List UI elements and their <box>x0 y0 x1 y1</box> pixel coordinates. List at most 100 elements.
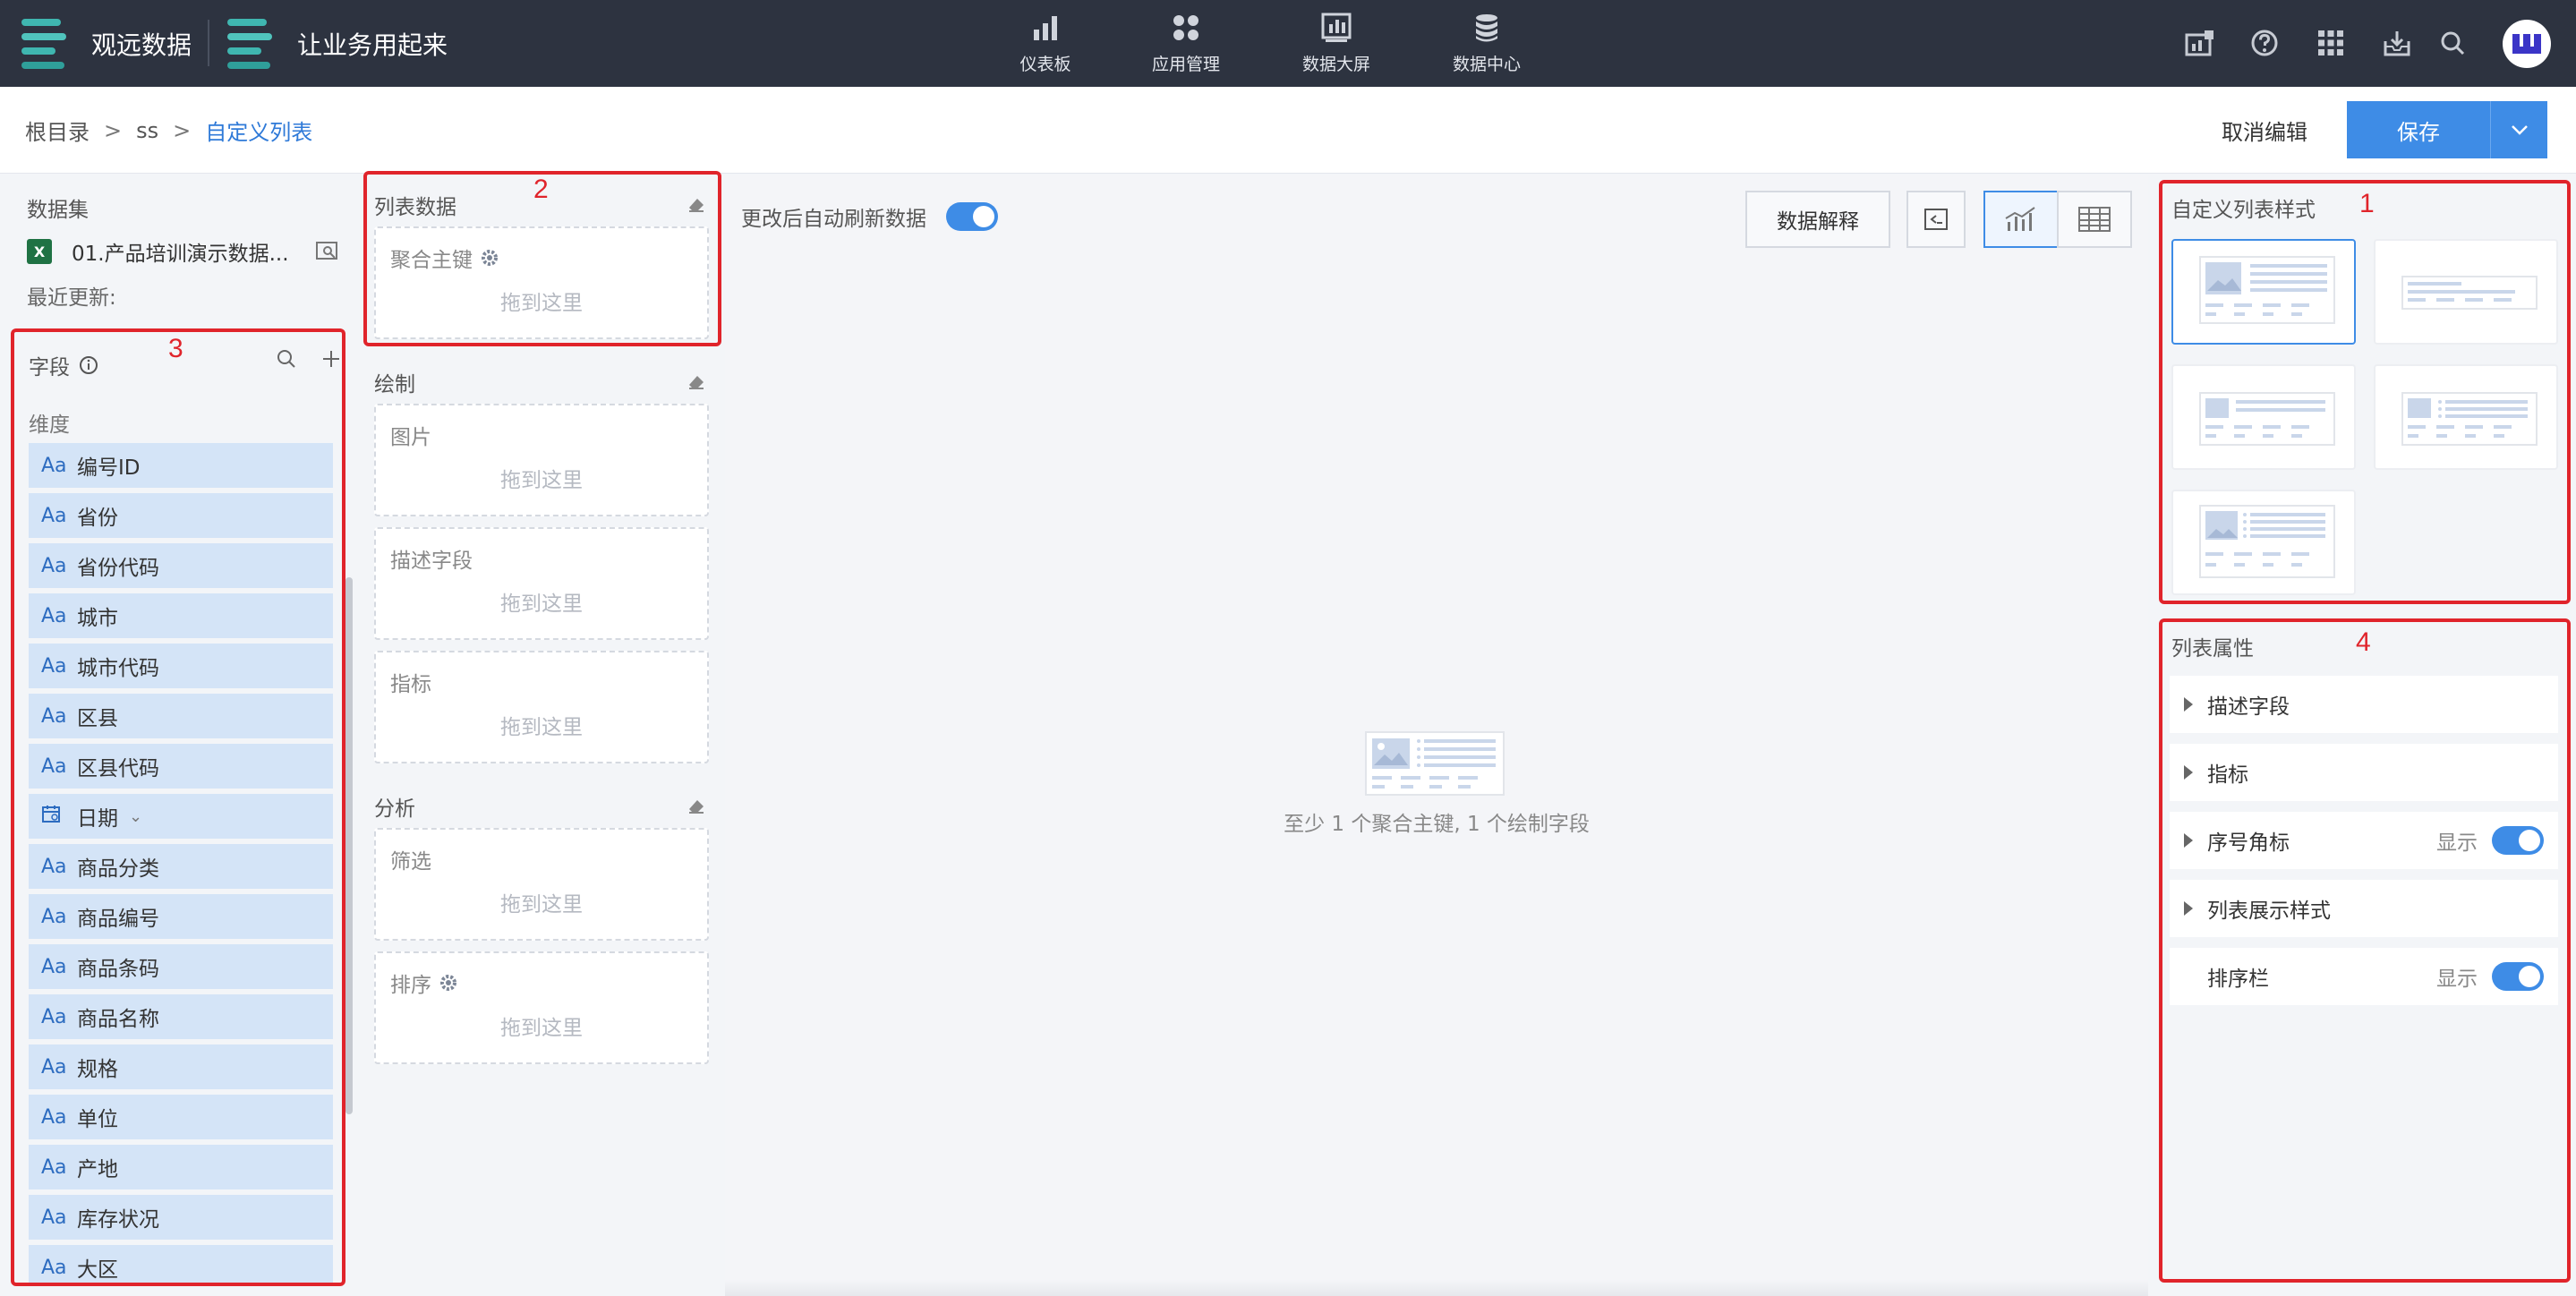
filter-dropzone[interactable]: 筛选 拖到这里 <box>374 828 709 941</box>
field-item[interactable]: Aa 省份代码 <box>29 543 333 588</box>
list-style-thumbnail <box>2199 256 2335 324</box>
nav-dashboard[interactable]: 仪表板 <box>1013 0 1078 87</box>
chevron-down-icon[interactable]: ⌄ <box>129 807 142 826</box>
list-properties-title: 列表属性 <box>2171 637 2254 661</box>
prop-index-badge[interactable]: 序号角标 显示 <box>2170 812 2558 869</box>
field-item[interactable]: Aa 商品条码 <box>29 944 333 989</box>
field-name: 规格 <box>77 1058 118 1081</box>
chart-view-button[interactable] <box>1983 191 2059 248</box>
download-inbox-icon[interactable] <box>2379 25 2415 61</box>
breadcrumb: 根目录 > ss > 自定义列表 <box>25 87 312 174</box>
save-options-button[interactable] <box>2490 101 2547 158</box>
show-label: 显示 <box>2436 831 2478 855</box>
eraser-icon[interactable] <box>687 798 705 814</box>
bar-chart-icon <box>1034 16 1057 40</box>
breadcrumb-folder[interactable]: ss <box>136 118 158 143</box>
field-item[interactable]: Aa 规格 <box>29 1044 333 1089</box>
slogan-logo-icon <box>227 18 272 69</box>
field-name: 省份 <box>77 507 118 530</box>
field-item[interactable]: Aa 区县 <box>29 694 333 738</box>
description-field-dropzone[interactable]: 描述字段 拖到这里 <box>374 527 709 640</box>
prop-description-field[interactable]: 描述字段 <box>2170 676 2558 733</box>
dimension-field-list: Aa 编号ID Aa 省份 Aa 省份代码 Aa 城市 Aa 城市代码 Aa 区县 Aa 区县代码 日期 ⌄ A… <box>29 443 333 1283</box>
annotation-3: 3 <box>168 334 183 363</box>
index-badge-toggle[interactable] <box>2492 826 2544 855</box>
field-item[interactable]: Aa 城市 <box>29 593 333 638</box>
list-style-option-3[interactable] <box>2171 364 2356 470</box>
field-name: 省份代码 <box>77 557 159 580</box>
help-icon[interactable] <box>2247 25 2282 61</box>
eraser-icon[interactable] <box>687 374 705 390</box>
field-list-scrollbar[interactable] <box>345 577 353 1114</box>
dropzone-placeholder: 拖到这里 <box>500 893 583 917</box>
search-icon[interactable] <box>2435 25 2470 61</box>
dropzone-placeholder: 拖到这里 <box>500 716 583 739</box>
dropzone-placeholder: 拖到这里 <box>500 593 583 616</box>
field-item[interactable]: Aa 省份 <box>29 493 333 538</box>
prop-metric[interactable]: 指标 <box>2170 744 2558 801</box>
dataset-title: 数据集 <box>27 199 89 222</box>
config-panel: 列表数据 聚合主键 拖到这里 2 绘制 图片 拖到这里 描述字段 拖到这里 指标… <box>358 171 725 1296</box>
field-item[interactable]: Aa 商品分类 <box>29 844 333 889</box>
field-item[interactable]: Aa 商品编号 <box>29 894 333 939</box>
auto-refresh-toggle[interactable] <box>946 202 998 231</box>
nav-data-screen[interactable]: 数据大屏 <box>1300 0 1373 87</box>
draw-title: 绘制 <box>374 373 415 396</box>
avatar-logo-icon <box>2512 34 2541 54</box>
sort-bar-toggle[interactable] <box>2492 962 2544 991</box>
dataset-last-updated: 最近更新: <box>27 286 116 310</box>
sort-dropzone[interactable]: 排序 拖到这里 <box>374 951 709 1064</box>
top-navigation-bar: 观远数据 让业务用起来 仪表板 应用管理 数据大屏 数据中心 <box>0 0 2576 87</box>
search-icon[interactable] <box>276 348 297 370</box>
preview-icon[interactable] <box>315 240 340 263</box>
collapse-panel-button[interactable] <box>1906 191 1966 248</box>
field-item[interactable]: Aa 大区 <box>29 1245 333 1283</box>
list-style-option-5[interactable] <box>2171 490 2356 595</box>
brand-guanyuan[interactable]: 观远数据 <box>21 0 192 87</box>
field-item[interactable]: Aa 区县代码 <box>29 744 333 789</box>
field-name: 区县代码 <box>77 757 159 780</box>
field-item[interactable]: Aa 产地 <box>29 1145 333 1189</box>
chevron-down-icon <box>2511 125 2528 135</box>
image-slot-label: 图片 <box>390 426 431 449</box>
style-properties-panel: 自定义列表样式 1 列表属性 4 描述字段 指标 序号角标 显示 列表展示样式 … <box>2148 175 2576 1296</box>
table-view-button[interactable] <box>2057 191 2132 248</box>
field-item[interactable]: Aa 编号ID <box>29 443 333 488</box>
text-field-icon: Aa <box>41 1206 67 1229</box>
field-item[interactable]: Aa 城市代码 <box>29 644 333 688</box>
field-item[interactable]: Aa 库存状况 <box>29 1195 333 1240</box>
field-name: 单位 <box>77 1108 118 1131</box>
nav-app-management[interactable]: 应用管理 <box>1149 0 1223 87</box>
info-icon[interactable] <box>79 355 98 375</box>
nav-data-center[interactable]: 数据中心 <box>1450 0 1523 87</box>
expand-triangle-icon <box>2184 901 2193 916</box>
field-name: 日期 <box>77 807 118 831</box>
list-style-option-4[interactable] <box>2374 364 2558 470</box>
text-field-icon: Aa <box>41 504 67 527</box>
list-style-option-1[interactable] <box>2171 239 2356 345</box>
app-launcher-icon[interactable] <box>2313 25 2349 61</box>
list-style-option-2[interactable] <box>2374 239 2558 345</box>
list-style-thumbnail <box>2199 392 2335 446</box>
breadcrumb-root[interactable]: 根目录 <box>25 115 90 146</box>
cancel-edit-button[interactable]: 取消编辑 <box>2184 101 2345 158</box>
report-icon[interactable] <box>2182 25 2218 61</box>
metric-dropzone[interactable]: 指标 拖到这里 <box>374 651 709 763</box>
user-avatar[interactable] <box>2503 20 2551 68</box>
gear-icon[interactable] <box>439 973 458 993</box>
prop-sort-bar[interactable]: 排序栏 显示 <box>2170 948 2558 1005</box>
analysis-title: 分析 <box>374 797 415 821</box>
field-item[interactable]: Aa 单位 <box>29 1095 333 1139</box>
field-item[interactable]: Aa 商品名称 <box>29 994 333 1039</box>
dataset-row[interactable]: X 01.产品培训演示数据... <box>27 234 349 269</box>
expand-triangle-icon <box>2184 833 2193 848</box>
image-dropzone[interactable]: 图片 拖到这里 <box>374 404 709 516</box>
field-item[interactable]: 日期 ⌄ <box>29 794 333 839</box>
brand-slogan-text: 让业务用起来 <box>297 30 448 60</box>
save-button[interactable]: 保存 <box>2347 101 2490 158</box>
prop-list-display-style[interactable]: 列表展示样式 <box>2170 880 2558 937</box>
plus-icon[interactable] <box>320 348 342 370</box>
data-explain-button[interactable]: 数据解释 <box>1745 191 1890 248</box>
expand-triangle-icon <box>2184 765 2193 780</box>
field-name: 区县 <box>77 707 118 730</box>
